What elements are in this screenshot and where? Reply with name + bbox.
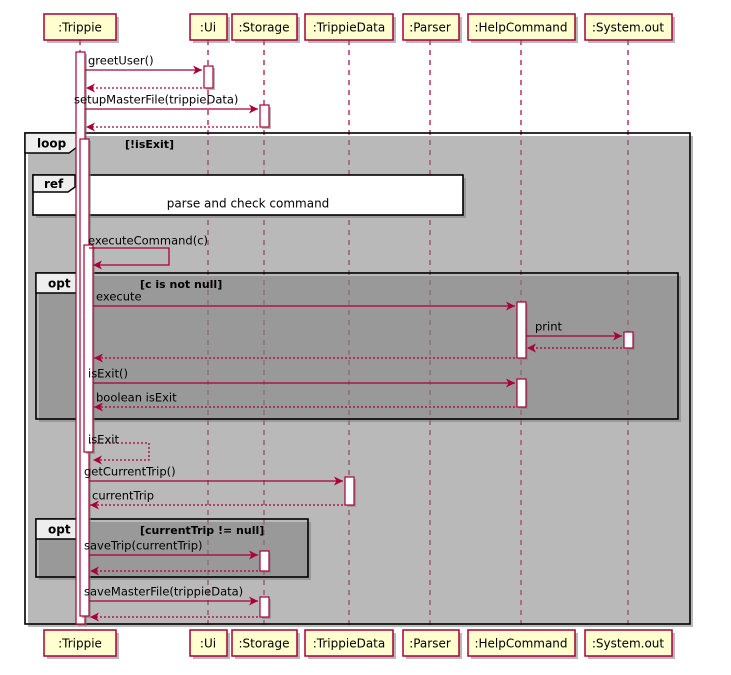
- participant-label-storage-header: :Storage: [239, 21, 290, 35]
- ref-label: ref: [44, 177, 64, 191]
- participant-label-parser-footer: :Parser: [409, 637, 451, 651]
- fragment-label-frag-loop: loop: [37, 137, 67, 151]
- activation-act-data-current: [344, 476, 355, 506]
- participant-label-parser-header: :Parser: [409, 21, 451, 35]
- participant-label-ui-footer: :Ui: [200, 637, 216, 651]
- participant-label-helpcommand-header: :HelpCommand: [474, 21, 567, 35]
- participant-label-systemout-header: :System.out: [592, 21, 665, 35]
- message-label-m1: greetUser(): [88, 54, 154, 68]
- message-label-m3: setupMasterFile(trippieData): [74, 93, 238, 107]
- message-label-m12: isExit: [88, 433, 119, 447]
- activation-act-help-execute: [516, 301, 527, 359]
- participant-footers: :Trippie :Ui :Storage :TrippieData :Parser :H…: [43, 629, 675, 659]
- message-label-m5: executeCommand(c): [88, 234, 208, 248]
- participant-label-helpcommand-footer: :HelpCommand: [474, 637, 567, 651]
- message-label-m6: execute: [96, 290, 142, 304]
- activation-act-trippie-exec: [83, 244, 94, 453]
- sequence-diagram-svg: loop [!isExit] opt [c is not null] opt [curre…: [24, 13, 693, 659]
- participant-label-trippie-footer: :Trippie: [58, 637, 102, 651]
- participant-label-systemout-footer: :System.out: [592, 637, 665, 651]
- participant-label-trippie-header: :Trippie: [58, 21, 102, 35]
- message-label-m15: saveTrip(currentTrip): [84, 539, 203, 553]
- ref-fragment-layer: ref parse and check command: [32, 174, 466, 218]
- participant-headers: :Trippie :Ui :Storage :TrippieData :Parser :H…: [43, 13, 675, 43]
- message-label-m11: boolean isExit: [96, 391, 177, 405]
- activation-act-sysout-print: [623, 331, 634, 349]
- message-label-m7: print: [535, 320, 563, 334]
- message-label-m13: getCurrentTrip(): [84, 465, 176, 479]
- participant-label-ui-header: :Ui: [200, 21, 216, 35]
- message-label-m14: currentTrip: [92, 489, 154, 503]
- message-label-m17: saveMasterFile(trippieData): [84, 585, 243, 599]
- ref-body-text: parse and check command: [167, 197, 330, 211]
- activation-act-storage-setup: [259, 104, 270, 128]
- participant-label-trippiedata-header: :TrippieData: [313, 21, 385, 35]
- fragment-guard-frag-opt-command: [c is not null]: [140, 278, 222, 291]
- sequence-diagram-canvas: loop [!isExit] opt [c is not null] opt [curre…: [0, 0, 731, 675]
- message-label-m10: isExit(): [88, 367, 128, 381]
- activation-act-ui-greet: [203, 65, 214, 89]
- fragment-label-frag-opt-command: opt: [48, 277, 71, 291]
- participant-label-storage-footer: :Storage: [239, 637, 290, 651]
- activation-act-storage-savemstr: [259, 596, 270, 618]
- activation-act-help-isexit: [516, 378, 527, 408]
- fragment-guard-frag-opt-savetrip: [currentTrip != null]: [140, 524, 264, 537]
- fragment-label-frag-opt-savetrip: opt: [48, 523, 71, 537]
- fragment-guard-frag-loop: [!isExit]: [125, 138, 174, 151]
- participant-label-trippiedata-footer: :TrippieData: [313, 637, 385, 651]
- activation-act-storage-savetrip: [259, 550, 270, 572]
